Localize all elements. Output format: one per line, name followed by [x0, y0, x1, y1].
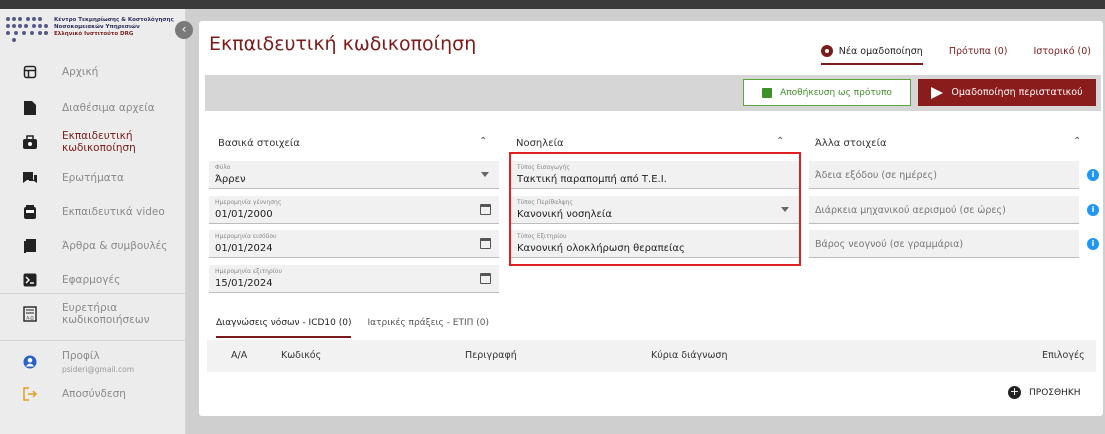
sidebar-item-files[interactable]: Διαθέσιμα αρχεία [0, 91, 186, 125]
sidebar-item-label: Αποσύνδεση [62, 388, 126, 400]
tab-new-grouping[interactable]: Νέα ομαδοποίηση [820, 45, 923, 65]
video-icon [22, 204, 38, 220]
add-button[interactable]: + ΠΡΟΣΘΗΚΗ [1008, 386, 1081, 399]
sidebar-item-label: Εφαρμογές [62, 274, 121, 286]
sub-tabs: Διαγνώσεις νόσων - ICD10 (0) Ιατρικές πρ… [216, 318, 489, 338]
index-icon: A-Ω [22, 306, 38, 322]
tab-diagnoses[interactable]: Διαγνώσεις νόσων - ICD10 (0) [216, 318, 352, 338]
top-bar [0, 0, 1105, 9]
collapse-basic-chevron-up-icon[interactable]: ⌃ [479, 136, 487, 147]
collapse-hospitalization-chevron-up-icon[interactable]: ⌃ [776, 136, 784, 147]
sidebar-item-label: Αρχική [62, 66, 99, 78]
gear-icon [820, 45, 833, 57]
chevron-left-icon: ‹ [181, 22, 187, 36]
sidebar-item-label: Ερωτήματα [62, 172, 124, 184]
highlight-box [509, 152, 801, 266]
tab-templates[interactable]: Πρότυπα (0) [949, 46, 1008, 57]
floppy-icon [762, 87, 773, 98]
sidebar-item-label: Άρθρα & συμβουλές [62, 240, 168, 252]
group-case-button[interactable]: Ομαδοποίηση περιστατικού [918, 79, 1096, 106]
article-icon [22, 238, 38, 254]
save-template-button[interactable]: Αποθήκευση ως πρότυπο [743, 79, 911, 106]
header-tabs: Νέα ομαδοποίηση Πρότυπα (0) Ιστορικό (0) [795, 37, 1091, 65]
sidebar-item-videos[interactable]: Εκπαιδευτικά video [0, 195, 186, 229]
table-header: Α/Α Κωδικός Περιγραφή Κύρια διάγνωση Επι… [207, 340, 1096, 372]
column-header: Περιγραφή [465, 350, 517, 361]
home-icon [22, 64, 38, 80]
tab-procedures[interactable]: Ιατρικές πράξεις - ΕΤΙΠ (0) [367, 318, 489, 338]
file-icon [22, 100, 38, 116]
terminal-icon [22, 272, 38, 288]
logo: Κέντρο Τεκμηρίωσης & Κοστολόγησης Νοσοκο… [4, 15, 176, 49]
toolbox-icon [22, 134, 38, 150]
calendar-icon[interactable] [480, 204, 491, 215]
section-title-other: Άλλα στοιχεία [815, 138, 887, 149]
column-header: Κύρια διάγνωση [651, 350, 728, 361]
chevron-down-icon [481, 172, 489, 177]
sidebar-item-label: Διαθέσιμα αρχεία [62, 102, 155, 114]
info-icon[interactable]: i [1087, 169, 1099, 181]
collapse-sidebar-button[interactable]: ‹ [175, 21, 193, 39]
sidebar-item-indexes[interactable]: A-Ω Ευρετήρια κωδικοποιήσεων [0, 297, 186, 331]
logo-line-3: Ελληνικό Ινστιτούτο DRG [54, 31, 134, 37]
admission-date-field[interactable]: Ημερομηνία εισόδου 01/01/2024 [209, 230, 499, 258]
send-icon [931, 86, 944, 99]
newborn-weight-input[interactable]: Βάρος νεογνού (σε γραμμάρια) [809, 230, 1079, 258]
sidebar-item-educational-coding[interactable]: Εκπαιδευτική κωδικοποίηση [0, 125, 186, 159]
sidebar-divider [0, 293, 186, 294]
column-header: Κωδικός [281, 350, 322, 361]
section-title-basic: Βασικά στοιχεία [218, 138, 300, 149]
sidebar-item-questions[interactable]: Ερωτήματα [0, 161, 186, 195]
discharge-date-field[interactable]: Ημερομηνία εξιτηρίου 15/01/2024 [209, 265, 499, 293]
tab-history[interactable]: Ιστορικό (0) [1034, 46, 1092, 57]
calendar-icon[interactable] [480, 238, 491, 249]
info-icon[interactable]: i [1087, 238, 1099, 250]
action-toolbar: Αποθήκευση ως πρότυπο Ομαδοποίηση περιστ… [205, 75, 1101, 111]
sidebar-item-logout[interactable]: Αποσύνδεση [0, 377, 186, 411]
sidebar-divider [0, 340, 186, 341]
collapse-other-chevron-up-icon[interactable]: ⌃ [1073, 136, 1081, 147]
calendar-icon[interactable] [480, 273, 491, 284]
ventilation-hours-input[interactable]: Διάρκεια μηχανικού αερισμού (σε ώρες) [809, 196, 1079, 224]
section-title-hospitalization: Νοσηλεία [516, 138, 564, 149]
sidebar-item-home[interactable]: Αρχική [0, 55, 186, 89]
chat-icon [22, 170, 38, 186]
column-header: Επιλογές [1042, 350, 1085, 361]
logout-icon [22, 386, 38, 402]
column-header: Α/Α [231, 350, 248, 361]
leave-days-input[interactable]: Άδεια εξόδου (σε ημέρες) [809, 161, 1079, 189]
logo-dots-icon [4, 15, 52, 45]
page-title: Εκπαιδευτική κωδικοποίηση [209, 33, 477, 55]
sidebar-item-articles[interactable]: Άρθρα & συμβουλές [0, 229, 186, 263]
sidebar-item-label: Ευρετήρια κωδικοποιήσεων [62, 302, 150, 326]
sidebar-item-label: Εκπαιδευτική κωδικοποίηση [62, 130, 136, 154]
info-icon[interactable]: i [1087, 204, 1099, 216]
gender-select[interactable]: Φύλο Άρρεν [209, 161, 499, 189]
sidebar: Κέντρο Τεκμηρίωσης & Κοστολόγησης Νοσοκο… [0, 9, 186, 434]
sidebar-item-apps[interactable]: Εφαρμογές [0, 263, 186, 297]
logo-line-1: Κέντρο Τεκμηρίωσης & Κοστολόγησης [54, 17, 174, 23]
sidebar-profile-label: Προφίλ [62, 350, 100, 362]
sidebar-profile-email: psideri@gmail.com [62, 365, 135, 374]
plus-icon: + [1008, 385, 1021, 399]
svg-text:A-Ω: A-Ω [26, 316, 33, 321]
sidebar-item-profile[interactable]: Προφίλ psideri@gmail.com [0, 345, 186, 379]
logo-line-2: Νοσοκομειακών Υπηρεσιών [54, 24, 140, 30]
birth-date-field[interactable]: Ημερομηνία γέννησης 01/01/2000 [209, 196, 499, 224]
sidebar-item-label: Εκπαιδευτικά video [62, 206, 165, 218]
user-icon [22, 354, 38, 370]
